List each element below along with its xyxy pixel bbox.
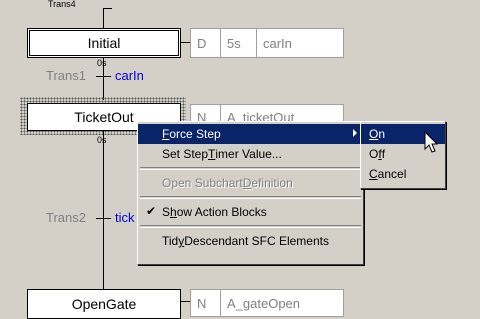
accel-show-action: h: [170, 205, 177, 219]
accel-cancel: C: [369, 167, 378, 181]
top-transition-label: Trans4: [48, 0, 76, 9]
menu-separator: [140, 167, 361, 170]
action-block-initial[interactable]: D 5s carIn: [190, 28, 344, 58]
action-qualifier: N: [191, 290, 221, 316]
label-off-pre: O: [369, 147, 379, 161]
menu-item-open-subchart: Open Subchart Definition: [138, 173, 363, 193]
label-show-action-rest: ow Action Blocks: [176, 205, 267, 219]
action-time: 5s: [221, 29, 257, 57]
menu-item-set-step-timer[interactable]: Set Step Timer Value...: [138, 144, 363, 164]
step-timer-ticketout: 0s: [97, 135, 107, 145]
checkmark-icon: ✔: [146, 204, 157, 218]
label-tidy-pre: Tid: [162, 234, 179, 248]
menu-item-show-action-blocks[interactable]: ✔ Sh ow Action Blocks: [138, 202, 363, 222]
label-force-step: orce Step: [169, 127, 221, 141]
action-name: carIn: [263, 35, 292, 51]
menu-item-tidy-descendant[interactable]: Tid y Descendant SFC Elements: [138, 231, 363, 251]
action-qualifier: D: [191, 29, 221, 57]
mouse-cursor-icon: [424, 131, 439, 153]
trans2-bar[interactable]: [96, 218, 111, 219]
top-transition-bar: [103, 8, 112, 9]
accel-open-subchart: D: [242, 176, 252, 190]
label-on: n: [378, 127, 386, 141]
context-menu: Force Step Set Step Timer Value... Open …: [137, 121, 364, 265]
label-cancel: ancel: [377, 167, 407, 181]
label-set-step-timer-rest: imer Value...: [215, 147, 282, 161]
trans2-label: Trans2: [46, 210, 86, 225]
flow-line-top: [103, 8, 104, 28]
step-opengate-label: OpenGate: [71, 296, 137, 312]
accel-force-step: F: [162, 127, 170, 141]
label-set-step-timer-pre: Set Step: [162, 147, 209, 161]
menu-separator: [140, 225, 361, 228]
accel-set-step-timer: T: [208, 147, 216, 161]
submenu-arrow-icon: [353, 129, 357, 137]
action-name: A_gateOpen: [227, 295, 301, 311]
label-off-rest: f: [381, 147, 386, 161]
trans1-bar[interactable]: [96, 76, 111, 77]
step-initial[interactable]: Initial: [27, 28, 181, 58]
label-open-subchart-pre: Open Subchart: [162, 176, 243, 190]
trans1-condition: carIn: [115, 68, 144, 83]
accel-on: O: [369, 127, 379, 141]
trans1-label: Trans1: [46, 68, 86, 83]
trans2-condition: tick: [115, 210, 135, 225]
flow-line-2: [103, 131, 104, 290]
step-initial-label: Initial: [87, 35, 121, 51]
label-tidy-rest: Descendant SFC Elements: [184, 234, 329, 248]
menu-separator: [140, 196, 361, 199]
flow-line-1: [103, 58, 104, 100]
step-timer-initial: 0s: [97, 58, 107, 68]
label-show-action-pre: S: [162, 205, 171, 219]
step-ticketout-label: TicketOut: [74, 109, 134, 125]
action-block-opengate[interactable]: N A_gateOpen: [190, 289, 344, 317]
label-open-subchart-rest: efinition: [251, 176, 293, 190]
submenu-item-cancel[interactable]: Cancel: [361, 164, 445, 184]
menu-item-force-step[interactable]: Force Step: [138, 124, 363, 144]
